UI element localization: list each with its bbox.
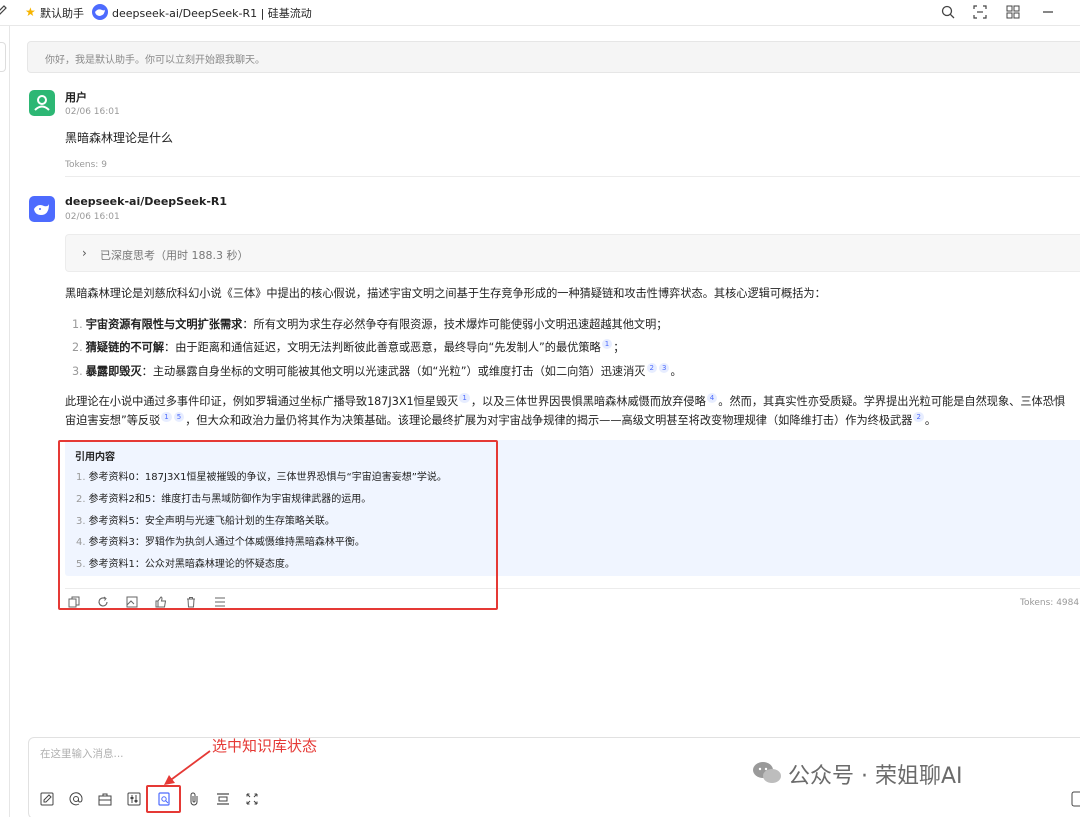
welcome-message: 你好，我是默认助手。你可以立刻开始跟我聊天。 <box>27 41 1080 73</box>
edit-icon[interactable] <box>0 4 8 18</box>
list-item: 2. 猜疑链的不可解：由于距离和通信延迟，文明无法判断彼此善意或恶意，最终导向“先… <box>72 339 625 354</box>
user-token-count: Tokens: 9 <box>65 160 107 170</box>
divider <box>65 176 1080 177</box>
expand-icon[interactable] <box>244 791 260 807</box>
user-name: 用户 <box>65 91 87 104</box>
annotation-text: 选中知识库状态 <box>212 737 318 755</box>
search-icon[interactable] <box>940 4 956 20</box>
citation-badge[interactable]: 1 <box>601 339 613 350</box>
deepseek-logo-icon <box>92 4 108 20</box>
answer-intro: 黑暗森林理论是刘慈欣科幻小说《三体》中提出的核心假说，描述宇宙文明之间基于生存竞… <box>65 287 826 300</box>
citation-badge[interactable]: 3 <box>658 363 670 374</box>
minimize-icon[interactable] <box>1040 4 1056 20</box>
citation-badge[interactable]: 4 <box>706 393 718 404</box>
bot-avatar <box>29 196 55 222</box>
answer-paragraph-line: 此理论在小说中通过多事件印证，例如罗辑通过坐标广播导致187J3X1恒星毁灭 1，… <box>65 393 1066 408</box>
clear-icon[interactable] <box>215 791 231 807</box>
citation-badge[interactable]: 1 <box>459 393 470 404</box>
assistant-name[interactable]: 默认助手 <box>40 5 84 21</box>
citation-badge[interactable]: 2 <box>646 363 657 374</box>
bot-token-count: Tokens: 4984 | <box>1020 598 1080 608</box>
answer-paragraph-line: 宙迫害妄想”等反驳 1 5 ，但大众和政治力量仍将其作为决策基础。该理论最终扩展为对宇… <box>65 412 937 427</box>
fullscreen-icon[interactable] <box>972 4 988 20</box>
think-duration-label: 已深度思考（用时 188.3 秒） <box>100 249 249 262</box>
sidebar-tab[interactable] <box>0 42 6 72</box>
attachment-icon[interactable] <box>186 791 202 807</box>
bot-name: deepseek-ai/DeepSeek-R1 <box>65 195 228 208</box>
model-title[interactable]: deepseek-ai/DeepSeek-R1 | 硅基流动 <box>112 5 312 21</box>
bot-message-time: 02/06 16:01 <box>65 212 120 222</box>
chevron-right-icon: › <box>82 246 87 260</box>
highlight-box <box>58 440 498 610</box>
citation-badge[interactable]: 1 <box>161 412 172 423</box>
message-input-placeholder[interactable]: 在这里输入消息... <box>40 746 124 761</box>
citation-badge[interactable]: 2 <box>913 412 924 423</box>
top-bar: ★ 默认助手 deepseek-ai/DeepSeek-R1 | 硅基流动 <box>0 0 1080 26</box>
edit-icon[interactable] <box>39 791 55 807</box>
star-icon: ★ <box>25 5 36 19</box>
wechat-logo-icon <box>753 762 781 783</box>
send-icon[interactable] <box>1071 791 1080 807</box>
user-message-time: 02/06 16:01 <box>65 107 120 117</box>
user-avatar <box>29 90 55 116</box>
settings-sliders-icon[interactable] <box>126 791 142 807</box>
left-sidebar-edge <box>0 26 10 817</box>
toolbox-icon[interactable] <box>97 791 113 807</box>
annotation-arrow-icon <box>164 750 211 785</box>
highlight-box <box>146 785 181 813</box>
list-item: 1. 宇宙资源有限性与文明扩张需求：所有文明为求生存必然争夺有限资源，技术爆炸可能… <box>72 318 668 331</box>
grid-icon[interactable] <box>1005 4 1021 20</box>
deep-think-toggle[interactable]: › 已深度思考（用时 188.3 秒） <box>65 234 1080 272</box>
watermark-text: 公众号 · 荣姐聊AI <box>788 764 963 789</box>
list-item: 3. 暴露即毁灭：主动暴露自身坐标的文明可能被其他文明以光速武器（如“光粒”）或维… <box>72 363 682 378</box>
user-message-text: 黑暗森林理论是什么 <box>65 131 174 145</box>
mention-icon[interactable] <box>68 791 84 807</box>
citation-badge[interactable]: 5 <box>173 412 185 423</box>
